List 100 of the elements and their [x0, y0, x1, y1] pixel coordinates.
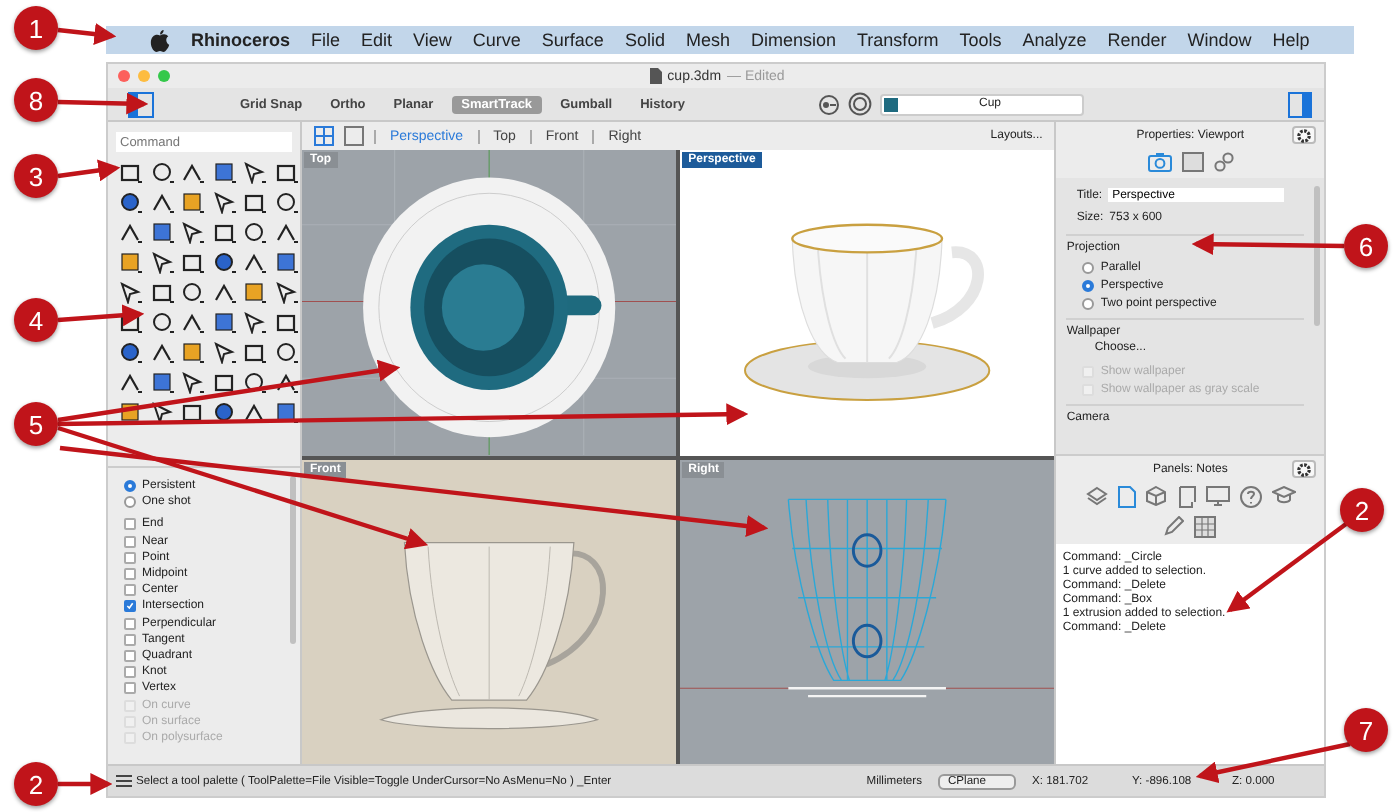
scroll-icon[interactable]	[1175, 486, 1196, 508]
tool-icon[interactable]	[151, 252, 173, 274]
single-layout-icon[interactable]	[344, 126, 364, 146]
tool-icon[interactable]	[244, 402, 266, 424]
tool-icon[interactable]	[213, 342, 235, 364]
camera-icon[interactable]	[1147, 152, 1172, 172]
checkbox[interactable]	[124, 682, 136, 695]
apple-icon[interactable]	[150, 29, 170, 51]
tool-icon[interactable]	[275, 252, 297, 274]
menu-item[interactable]: Render	[1107, 30, 1167, 50]
menu-item[interactable]: Tools	[959, 30, 1002, 50]
graduation-cap-icon[interactable]	[1271, 486, 1296, 504]
radio-button[interactable]	[124, 480, 136, 493]
menu-item[interactable]: Solid	[624, 30, 665, 50]
tool-icon[interactable]	[182, 282, 204, 304]
tool-icon[interactable]	[244, 312, 266, 334]
tool-icon[interactable]	[120, 252, 142, 274]
tool-icon[interactable]	[213, 402, 235, 424]
tool-icon[interactable]	[213, 252, 235, 274]
menu-item[interactable]: File	[311, 30, 341, 50]
tool-icon[interactable]	[182, 342, 204, 364]
scrollbar[interactable]	[1314, 186, 1320, 326]
menu-item[interactable]: Window	[1187, 30, 1252, 50]
tool-icon[interactable]	[120, 372, 142, 394]
menu-item[interactable]: Surface	[541, 30, 604, 50]
viewport-icon[interactable]	[1181, 152, 1204, 172]
settings-button[interactable]	[1292, 126, 1316, 144]
pen-icon[interactable]	[1164, 516, 1185, 536]
checkbox[interactable]	[124, 633, 136, 646]
tool-icon[interactable]	[151, 162, 173, 184]
tool-icon[interactable]	[275, 402, 297, 424]
tool-icon[interactable]	[182, 192, 204, 214]
tool-icon[interactable]	[182, 252, 204, 274]
tool-icon[interactable]	[275, 372, 297, 394]
tool-icon[interactable]	[275, 222, 297, 244]
tool-icon[interactable]	[182, 312, 204, 334]
checkbox[interactable]	[124, 649, 136, 662]
help-icon[interactable]	[1239, 486, 1262, 508]
link-icon[interactable]	[1213, 152, 1234, 172]
target-icon[interactable]	[848, 92, 872, 116]
checkbox[interactable]	[124, 666, 136, 679]
tool-icon[interactable]	[182, 402, 204, 424]
menu-icon[interactable]	[116, 774, 132, 788]
tool-icon[interactable]	[213, 192, 235, 214]
tool-icon[interactable]	[120, 192, 142, 214]
menu-item[interactable]: Mesh	[685, 30, 730, 50]
document-icon[interactable]	[1117, 486, 1136, 508]
record-icon[interactable]	[818, 93, 840, 115]
tool-icon[interactable]	[213, 312, 235, 334]
tool-icon[interactable]	[275, 192, 297, 214]
radio-button[interactable]	[1082, 261, 1095, 273]
radio-button[interactable]	[1082, 297, 1095, 309]
tool-icon[interactable]	[151, 192, 173, 214]
tool-icon[interactable]	[244, 252, 266, 274]
layers-icon[interactable]	[1085, 486, 1108, 506]
menu-item[interactable]: Analyze	[1022, 30, 1087, 50]
tool-icon[interactable]	[244, 192, 266, 214]
checkbox[interactable]	[124, 551, 136, 564]
app-menu[interactable]: Rhinoceros	[191, 30, 291, 50]
cube-icon[interactable]	[1145, 486, 1166, 506]
tool-icon[interactable]	[120, 342, 142, 364]
tool-icon[interactable]	[182, 162, 204, 184]
checkbox[interactable]	[124, 584, 136, 597]
tool-icon[interactable]	[244, 342, 266, 364]
checkbox[interactable]	[124, 568, 136, 581]
tool-icon[interactable]	[244, 162, 266, 184]
menu-item[interactable]: Transform	[857, 30, 939, 50]
checkbox[interactable]	[124, 600, 136, 613]
tool-icon[interactable]	[182, 372, 204, 394]
tool-icon[interactable]	[213, 372, 235, 394]
tool-icon[interactable]	[151, 312, 173, 334]
tool-icon[interactable]	[244, 282, 266, 304]
tool-icon[interactable]	[120, 222, 142, 244]
checkbox[interactable]	[124, 617, 136, 630]
tool-icon[interactable]	[151, 282, 173, 304]
grid-icon[interactable]	[1194, 516, 1217, 538]
monitor-icon[interactable]	[1205, 486, 1230, 506]
tool-icon[interactable]	[151, 372, 173, 394]
tool-icon[interactable]	[213, 162, 235, 184]
tool-icon[interactable]	[213, 222, 235, 244]
tool-icon[interactable]	[182, 222, 204, 244]
panel-toggle-icon[interactable]	[1288, 91, 1312, 117]
settings-button[interactable]	[1292, 460, 1316, 478]
tool-icon[interactable]	[275, 312, 297, 334]
radio-button[interactable]	[1082, 279, 1095, 291]
close-button[interactable]	[118, 70, 130, 82]
tool-icon[interactable]	[275, 162, 297, 184]
sidebar-toggle-icon[interactable]	[128, 91, 154, 117]
grid-layout-icon[interactable]	[314, 126, 334, 146]
tool-icon[interactable]	[151, 222, 173, 244]
checkbox[interactable]	[124, 535, 136, 548]
scrollbar[interactable]	[290, 476, 296, 644]
tool-icon[interactable]	[120, 162, 142, 184]
tool-icon[interactable]	[275, 282, 297, 304]
tool-icon[interactable]	[151, 402, 173, 424]
tool-icon[interactable]	[120, 282, 142, 304]
tool-icon[interactable]	[120, 312, 142, 334]
tool-icon[interactable]	[244, 222, 266, 244]
checkbox[interactable]	[124, 518, 136, 531]
menu-item[interactable]: View	[413, 30, 452, 50]
